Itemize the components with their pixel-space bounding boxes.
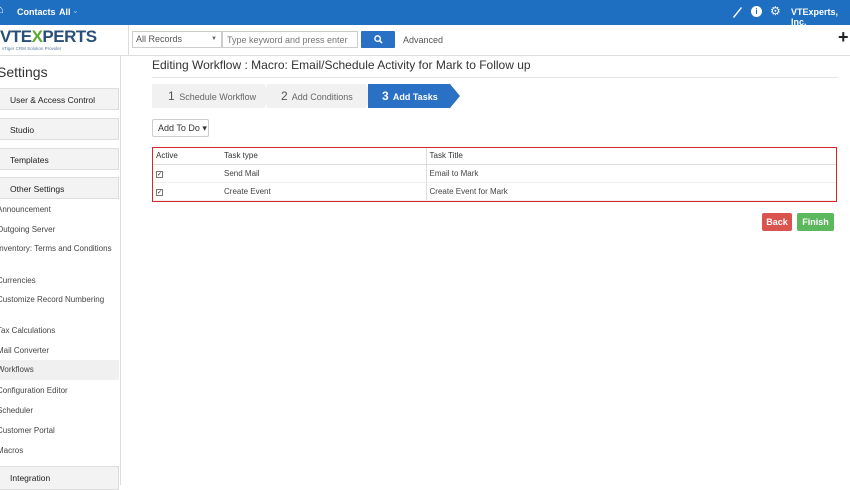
pencil-icon[interactable] <box>731 5 743 19</box>
search-icon <box>373 35 383 44</box>
task-type-cell: Send Mail <box>221 164 426 183</box>
back-button[interactable]: Back <box>762 213 792 231</box>
col-task-type: Task type <box>221 148 426 165</box>
nav-contacts[interactable]: Contacts <box>17 7 56 17</box>
home-icon[interactable]: ⌂ <box>0 4 7 16</box>
add-to-do-dropdown[interactable]: Add To Do ▾ <box>152 119 209 137</box>
sidebar-item-customize-record-numbering[interactable]: Customize Record Numbering <box>0 294 119 305</box>
caret-down-icon: ▼ <box>211 36 217 42</box>
chevron-down-icon[interactable]: ⌄ <box>72 6 79 15</box>
caret-down-icon: ▾ <box>202 123 207 133</box>
table-row[interactable]: ✓ Send Mail Email to Mark <box>153 164 836 183</box>
sidebar-item-macros[interactable]: Macros <box>0 445 119 456</box>
finish-button[interactable]: Finish <box>797 213 834 231</box>
sidebar-item-configuration-editor[interactable]: Configuration Editor <box>0 385 119 396</box>
sidebar-section-templates[interactable]: Templates <box>0 148 119 170</box>
task-title-link[interactable]: Email to Mark <box>425 164 836 183</box>
record-type-select[interactable]: All Records ▼ <box>132 31 222 48</box>
wizard-steps: 1 Schedule Workflow 2 Add Conditions 3 A… <box>152 84 462 108</box>
divider <box>128 25 129 56</box>
search-button[interactable] <box>361 31 395 48</box>
plus-icon[interactable]: + <box>838 27 849 48</box>
sidebar-section-other-settings[interactable]: Other Settings <box>0 177 119 199</box>
sidebar-item-outgoing-server[interactable]: Outgoing Server <box>0 224 119 235</box>
sidebar-item-tax-calculations[interactable]: Tax Calculations <box>0 325 119 336</box>
col-active: Active <box>153 148 221 165</box>
active-checkbox[interactable]: ✓ <box>156 170 163 178</box>
divider <box>152 77 838 78</box>
sidebar-item-currencies[interactable]: Currencies <box>0 275 119 286</box>
gear-icon[interactable]: ⚙ <box>770 4 781 18</box>
sidebar-item-scheduler[interactable]: Scheduler <box>0 405 119 416</box>
active-checkbox[interactable]: ✓ <box>156 188 163 196</box>
col-task-title: Task Title <box>425 148 836 165</box>
company-logo[interactable]: VTEXPERTS vTiger CRM Solution Provider <box>0 27 120 53</box>
step-schedule-workflow[interactable]: 1 Schedule Workflow <box>152 84 264 108</box>
advanced-search-link[interactable]: Advanced <box>403 35 443 45</box>
sidebar-item-customer-portal[interactable]: Customer Portal <box>0 425 119 436</box>
user-org-menu[interactable]: VTExperts, Inc. <box>791 7 850 27</box>
sidebar-item-mail-converter[interactable]: Mail Converter <box>0 345 119 356</box>
sidebar-section-user-access[interactable]: User & Access Control <box>0 88 119 110</box>
sidebar-title: Settings <box>0 64 48 80</box>
nav-all-menu[interactable]: All <box>59 7 71 17</box>
top-navbar: ⌂ Contacts All ⌄ i ⚙ VTExperts, Inc. <box>0 0 850 27</box>
search-input[interactable] <box>222 31 358 48</box>
sidebar-item-inventory-terms[interactable]: Inventory: Terms and Conditions <box>0 243 119 254</box>
step-add-tasks[interactable]: 3 Add Tasks <box>368 84 450 108</box>
task-type-cell: Create Event <box>221 182 426 201</box>
sidebar-item-announcement[interactable]: Announcement <box>0 204 119 215</box>
info-icon[interactable]: i <box>751 6 762 17</box>
tasks-table: Active Task type Task Title ✓ Send Mail … <box>152 147 837 202</box>
sidebar-section-studio[interactable]: Studio <box>0 118 119 140</box>
step-add-conditions[interactable]: 2 Add Conditions <box>267 84 365 108</box>
page-title: Editing Workflow : Macro: Email/Schedule… <box>152 58 531 72</box>
settings-sidebar: Settings User & Access Control Studio Te… <box>0 56 121 490</box>
table-row[interactable]: ✓ Create Event Create Event for Mark <box>153 182 836 201</box>
sidebar-section-integration[interactable]: Integration <box>0 466 119 490</box>
sidebar-item-workflows[interactable]: Workflows <box>0 360 119 380</box>
task-title-link[interactable]: Create Event for Mark <box>425 182 836 201</box>
